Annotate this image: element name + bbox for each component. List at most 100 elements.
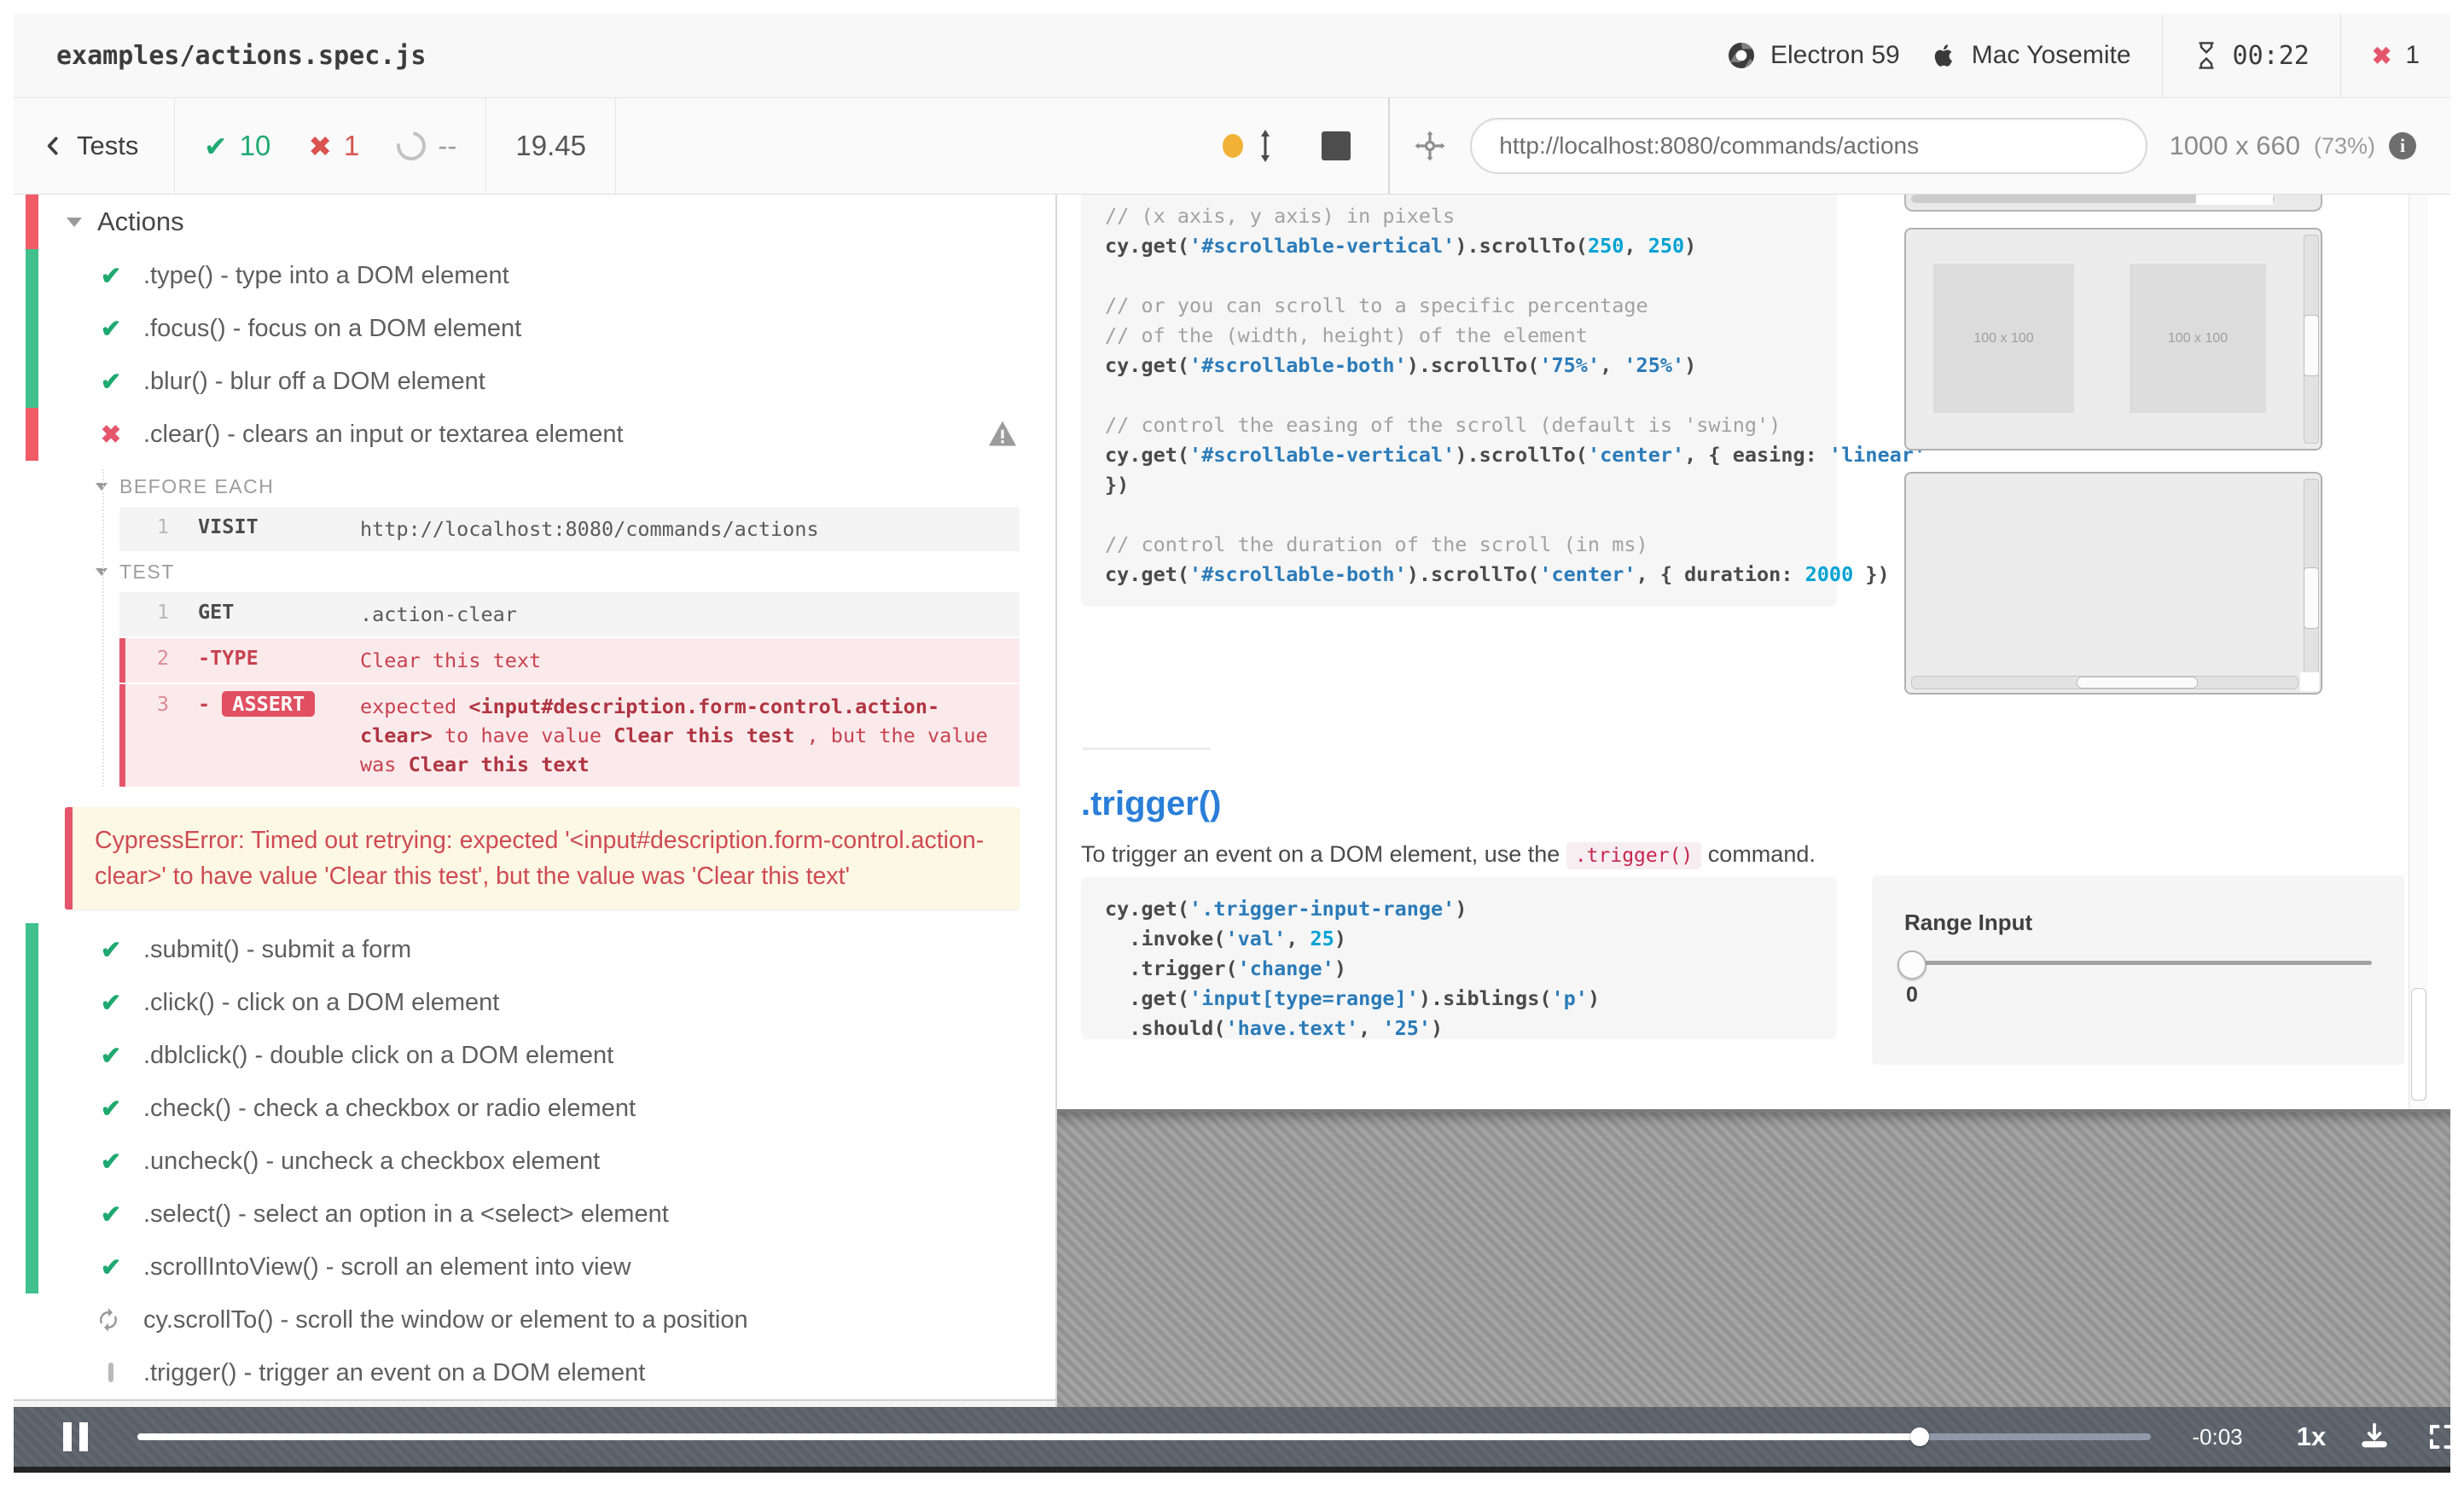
up-down-arrow-icon <box>1261 130 1270 162</box>
code-line: }) <box>1105 473 1130 497</box>
command-message: .action-clear <box>360 602 517 626</box>
test-list-end-divider <box>14 1399 1055 1401</box>
stop-button[interactable] <box>1322 131 1351 160</box>
test-error-message: CypressError: Timed out retrying: expect… <box>65 807 1020 910</box>
duration-value: 19.45 <box>515 130 586 161</box>
url-area: http://localhost:8080/commands/actions <box>1390 98 2169 194</box>
info-icon[interactable]: i <box>2389 132 2417 160</box>
test-row[interactable]: ✔ .click() - click on a DOM element <box>14 976 1055 1029</box>
test-status-strip <box>26 976 38 1029</box>
duration-segment: 19.45 <box>486 98 616 194</box>
test-status-strip <box>26 302 38 355</box>
test-label: .uncheck() - uncheck a checkbox element <box>143 1147 601 1175</box>
inline-code-trigger: .trigger() <box>1566 842 1702 869</box>
test-status-strip <box>26 355 38 408</box>
test-status-strip <box>26 1293 38 1346</box>
viewport-info: 1000 x 660 (73%) i <box>2170 98 2450 194</box>
check-icon: ✔ <box>100 1253 122 1282</box>
hook-header[interactable]: BEFORE EACH <box>96 466 1055 507</box>
test-row[interactable]: ✔ .focus() - focus on a DOM element <box>14 302 1055 355</box>
test-label: .trigger() - trigger an event on a DOM e… <box>143 1358 646 1386</box>
code-line: // control the duration of the scroll (i… <box>1105 532 1648 556</box>
command-row[interactable]: 2 -TYPE Clear this text <box>119 638 1020 683</box>
test-row[interactable]: ✔ .blur() - blur off a DOM element <box>14 355 1055 408</box>
check-icon: ✔ <box>100 1200 122 1229</box>
code-line: // of the (width, height) of the element <box>1105 323 1588 347</box>
x-icon: ✖ <box>308 130 333 162</box>
command-row[interactable]: 1 VISIT http://localhost:8080/commands/act… <box>119 507 1020 551</box>
download-button[interactable] <box>2358 1421 2391 1453</box>
trigger-section-heading[interactable]: .trigger() <box>1081 785 1221 823</box>
test-label: .dblclick() - double click on a DOM elem… <box>143 1041 614 1069</box>
stat-passed: ✔ 10 <box>204 130 271 162</box>
test-row[interactable]: ✔ .submit() - submit a form <box>14 923 1055 976</box>
test-row[interactable]: ✔ .dblclick() - double click on a DOM ele… <box>14 1029 1055 1082</box>
progress-thumb[interactable] <box>1910 1427 1929 1446</box>
test-row[interactable]: cy.scrollTo() - scroll the window or ele… <box>14 1293 1055 1346</box>
command-row[interactable]: 3- ASSERT expected <input#description.for… <box>119 684 1020 787</box>
code-line: cy.get('#scrollable-both').scrollTo('cen… <box>1105 562 1890 586</box>
test-status-strip <box>26 1135 38 1188</box>
code-line: // (x axis, y axis) in pixels <box>1105 204 1456 228</box>
aut-page-scrollbar[interactable] <box>2409 195 2428 1109</box>
check-icon: ✔ <box>100 262 122 290</box>
horizontal-scrollbar-thumb[interactable] <box>2077 677 2198 689</box>
aut-url-input[interactable]: http://localhost:8080/commands/actions <box>1470 118 2147 174</box>
letterbox-hatched-area <box>1057 1109 2450 1407</box>
check-icon: ✔ <box>100 315 122 343</box>
stat-pending: -- <box>391 125 456 166</box>
scrubber-control[interactable] <box>1223 129 1274 163</box>
range-slider-track[interactable] <box>1904 961 2372 965</box>
test-row[interactable]: ✔ .type() - type into a DOM element <box>14 249 1055 302</box>
code-line: cy.get('#scrollable-vertical').scrollTo(… <box>1105 443 1926 467</box>
scrollable-box-both[interactable] <box>1904 472 2322 695</box>
aut-page-scrollbar-thumb[interactable] <box>2411 988 2426 1101</box>
test-row[interactable]: ✖ .clear() - clears an input or textarea … <box>14 408 1055 461</box>
horizontal-scrollbar-thumb[interactable] <box>2196 195 2273 205</box>
failures-x-icon: ✖ <box>2371 42 2392 69</box>
demo-square: 100 x 100 <box>2130 264 2266 413</box>
code-block-trigger: cy.get('.trigger-input-range') .invoke('… <box>1081 877 1837 1040</box>
command-message: http://localhost:8080/commands/actions <box>360 517 819 541</box>
demo-square: 100 x 100 <box>1933 264 2074 413</box>
scrollable-box-squares[interactable]: 100 x 100 100 x 100 <box>1904 228 2322 450</box>
stat-failed: ✖ 1 <box>308 130 360 162</box>
test-label: .scrollIntoView() - scroll an element in… <box>143 1253 631 1281</box>
command-row[interactable]: 1 GET .action-clear <box>119 592 1020 636</box>
back-to-tests-button[interactable]: Tests <box>14 98 175 194</box>
test-row[interactable]: ✔ .uncheck() - uncheck a checkbox element <box>14 1135 1055 1188</box>
selector-playground-icon[interactable] <box>1412 128 1448 164</box>
collapse-triangle-icon <box>96 482 108 491</box>
hook-header[interactable]: TEST <box>96 551 1055 592</box>
code-block-scrollto: // (x axis, y axis) in pixels cy.get('#sc… <box>1081 195 1926 607</box>
test-label: .select() - select an option in a <selec… <box>143 1200 669 1228</box>
check-icon: ✔ <box>100 368 122 396</box>
video-progress-bar[interactable] <box>137 1427 2151 1446</box>
suite-header-actions[interactable]: Actions <box>14 195 1055 249</box>
spinner-icon <box>391 125 433 166</box>
trigger-section-description: To trigger an event on a DOM element, us… <box>1081 841 1816 869</box>
test-row[interactable]: ✔ .check() - check a checkbox or radio el… <box>14 1082 1055 1135</box>
check-icon: ✔ <box>100 1042 122 1070</box>
test-status-strip <box>26 1188 38 1241</box>
test-status-strip <box>26 1346 38 1399</box>
check-icon: ✔ <box>100 1095 122 1123</box>
scrollable-box-cutoff[interactable] <box>1904 195 2322 212</box>
test-row[interactable]: ✔ .select() - select an option in a <sele… <box>14 1188 1055 1241</box>
playback-speed-button[interactable]: 1x <box>2273 1421 2350 1452</box>
test-label: .blur() - blur off a DOM element <box>143 367 485 395</box>
header-bar: examples/actions.spec.js Electron 59 Mac… <box>14 14 2450 98</box>
vertical-scrollbar-thumb[interactable] <box>2304 567 2319 629</box>
fullscreen-button[interactable] <box>2426 1421 2457 1452</box>
range-slider-thumb[interactable] <box>1897 950 1926 979</box>
test-row[interactable]: .trigger() - trigger an event on a DOM e… <box>14 1346 1055 1399</box>
test-status-strip <box>26 923 38 976</box>
check-icon: ✔ <box>204 130 228 162</box>
viewport-zoom: (73%) <box>2313 132 2376 159</box>
pause-button[interactable] <box>63 1422 88 1451</box>
code-line: .trigger('change') <box>1105 956 1346 980</box>
code-line: cy.get('.trigger-input-range') <box>1105 897 1467 921</box>
test-row[interactable]: ✔ .scrollIntoView() - scroll an element i… <box>14 1241 1055 1293</box>
vertical-scrollbar-thumb[interactable] <box>2304 315 2319 376</box>
